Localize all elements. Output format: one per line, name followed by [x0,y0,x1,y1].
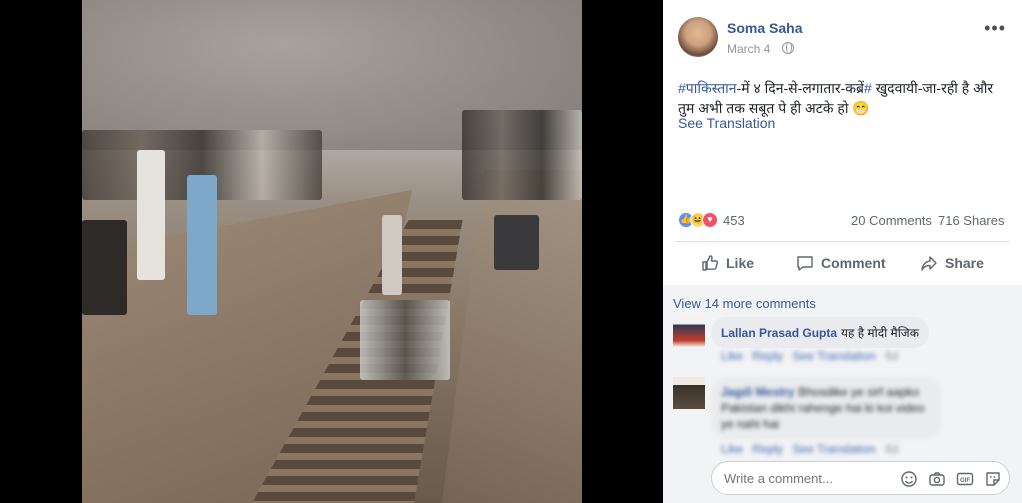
photo-viewer [0,0,663,503]
comment-time: 6d [885,349,899,363]
post-panel: Soma Saha March 4 ••• #पाकिस्तान-में ४ द… [663,0,1022,503]
photo-person-kneel [494,215,539,270]
comment-translation-link[interactable]: See Translation [792,442,875,456]
author-name[interactable]: Soma Saha [727,20,802,36]
comments-count[interactable]: 20 Comments [851,213,932,228]
photo-person-dark [82,220,127,315]
comment-button[interactable]: Comment [796,252,886,274]
comment-reply-link[interactable]: Reply [752,349,783,363]
post-text-part1: -में ४ दिन-से-लगातार-कब्रें [736,80,865,96]
reaction-count: 453 [723,213,745,228]
love-reaction-icon: ♥ [702,212,718,228]
share-label: Share [945,255,984,271]
commenter-avatar[interactable] [673,377,705,409]
photo-person-standing [382,215,402,295]
post-photo[interactable] [82,0,582,503]
comment-bubble: Jagdi Mestry Bhosdike ye sirf aapko Pakis… [711,377,941,439]
globe-icon [782,42,794,54]
divider [675,241,1010,242]
commenter-name[interactable]: Lallan Prasad Gupta [721,326,837,340]
view-more-comments-link[interactable]: View 14 more comments [673,296,816,311]
comment-icon [797,256,813,271]
write-comment-box[interactable]: GIF [711,461,1010,495]
thumbs-up-icon [702,255,719,271]
comment-actions: Like Reply See Translation 6d [721,442,904,456]
commenter-name[interactable]: Jagdi Mestry [721,385,794,399]
photo-person-blue [187,175,217,315]
post-date[interactable]: March 4 [727,42,770,56]
photo-crowd-right [462,110,582,200]
like-label: Like [726,255,755,271]
see-translation-link[interactable]: See Translation [678,115,775,131]
comment-actions: Like Reply See Translation 6d [721,349,904,363]
commenter-avatar[interactable] [673,315,705,347]
share-icon [921,256,937,271]
shares-count[interactable]: 716 Shares [938,213,1005,228]
comment-like-link[interactable]: Like [721,442,743,456]
comment-input[interactable] [724,471,884,486]
photo-diggers [360,300,450,380]
more-options-icon[interactable]: ••• [984,18,1006,39]
comment-bubble: Lallan Prasad Gupta यह है मोदी मैजिक [711,317,929,348]
comment-translation-link[interactable]: See Translation [792,349,875,363]
gif-icon[interactable]: GIF [956,470,974,488]
hashtag-link[interactable]: # [864,80,872,96]
author-avatar[interactable] [678,17,718,57]
comment-like-link[interactable]: Like [721,349,743,363]
comment-label: Comment [821,255,886,271]
comment-reply-link[interactable]: Reply [752,442,783,456]
emoji-icon[interactable] [900,470,918,488]
comments-section: View 14 more comments Lallan Prasad Gupt… [663,285,1022,503]
post-text: #पाकिस्तान-में ४ दिन-से-लगातार-कब्रें# ख… [678,78,1010,118]
share-button[interactable]: Share [920,252,984,274]
comment-time: 6d [885,442,899,456]
camera-icon[interactable] [928,470,946,488]
like-button[interactable]: Like [701,252,754,274]
comment-text: यह है मोदी मैजिक [841,326,919,340]
svg-text:GIF: GIF [960,478,970,484]
hashtag-pakistan[interactable]: #पाकिस्तान [678,80,737,96]
photo-person-white [137,150,165,280]
sticker-icon[interactable] [984,470,1002,488]
